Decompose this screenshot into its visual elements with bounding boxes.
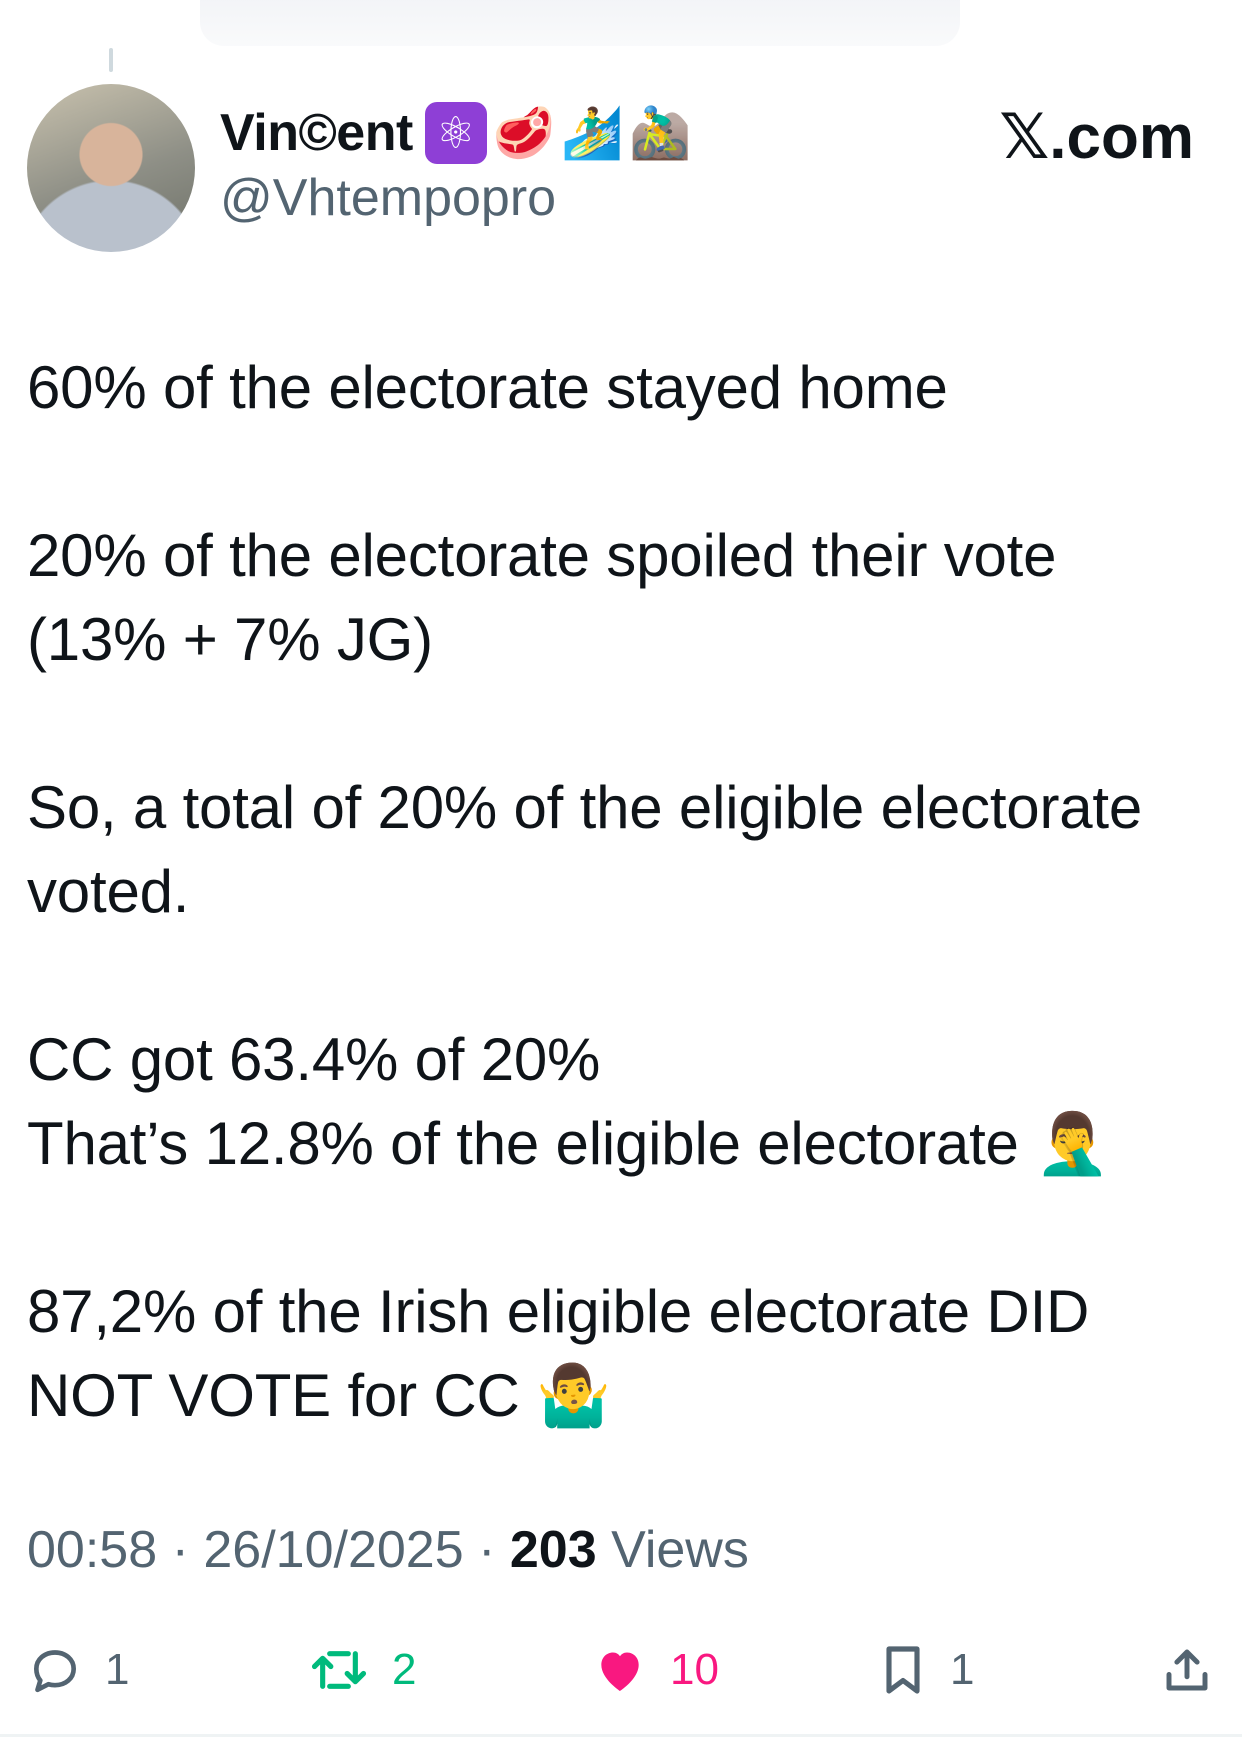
action-bar: 1 2 10 1 [0,1630,1242,1710]
atom-emoji: ⚛ [424,102,487,164]
mountain-biker-emoji: 🚵‍♂️ [629,103,692,162]
bookmark-button[interactable]: 1 [878,1630,974,1710]
author-avatar[interactable] [27,84,195,252]
bookmark-icon [878,1642,928,1698]
author-display-name[interactable]: Vin©ent [220,103,413,163]
like-count: 10 [670,1645,719,1694]
bottom-divider [0,1734,1242,1737]
reply-count: 1 [105,1645,130,1694]
reply-button[interactable]: 1 [27,1630,129,1710]
steak-emoji: 🥩 [492,103,556,162]
reply-icon [27,1642,83,1698]
x-brand-label: 𝕏.com [999,103,1194,172]
retweet-icon [308,1642,370,1698]
views-label: Views [611,1521,749,1579]
author-name-row[interactable]: Vin©ent ⚛ 🥩 🏄‍♂️ 🚵‍♂️ [220,98,692,168]
share-icon [1160,1642,1214,1698]
bookmark-count: 1 [950,1645,975,1694]
tweet-time[interactable]: 00:58 [27,1521,157,1579]
retweet-count: 2 [392,1645,417,1694]
tweet-text: 60% of the electorate stayed home 20% of… [27,354,1143,1429]
meta-separator: · [478,1521,496,1579]
share-button[interactable] [1160,1630,1214,1710]
tweet-date[interactable]: 26/10/2025 [203,1521,463,1579]
like-heart-icon [592,1642,648,1698]
author-handle[interactable]: @Vhtempopro [220,168,556,228]
top-fade-bar [200,0,960,46]
meta-separator: · [171,1521,189,1579]
views-count: 203 [509,1521,597,1579]
surfer-emoji: 🏄‍♂️ [561,103,624,162]
tweet-meta: 00:58 · 26/10/2025 · 203 Views [27,1520,749,1580]
retweet-button[interactable]: 2 [308,1630,416,1710]
thread-connector-line [109,48,113,72]
like-button[interactable]: 10 [592,1630,719,1710]
